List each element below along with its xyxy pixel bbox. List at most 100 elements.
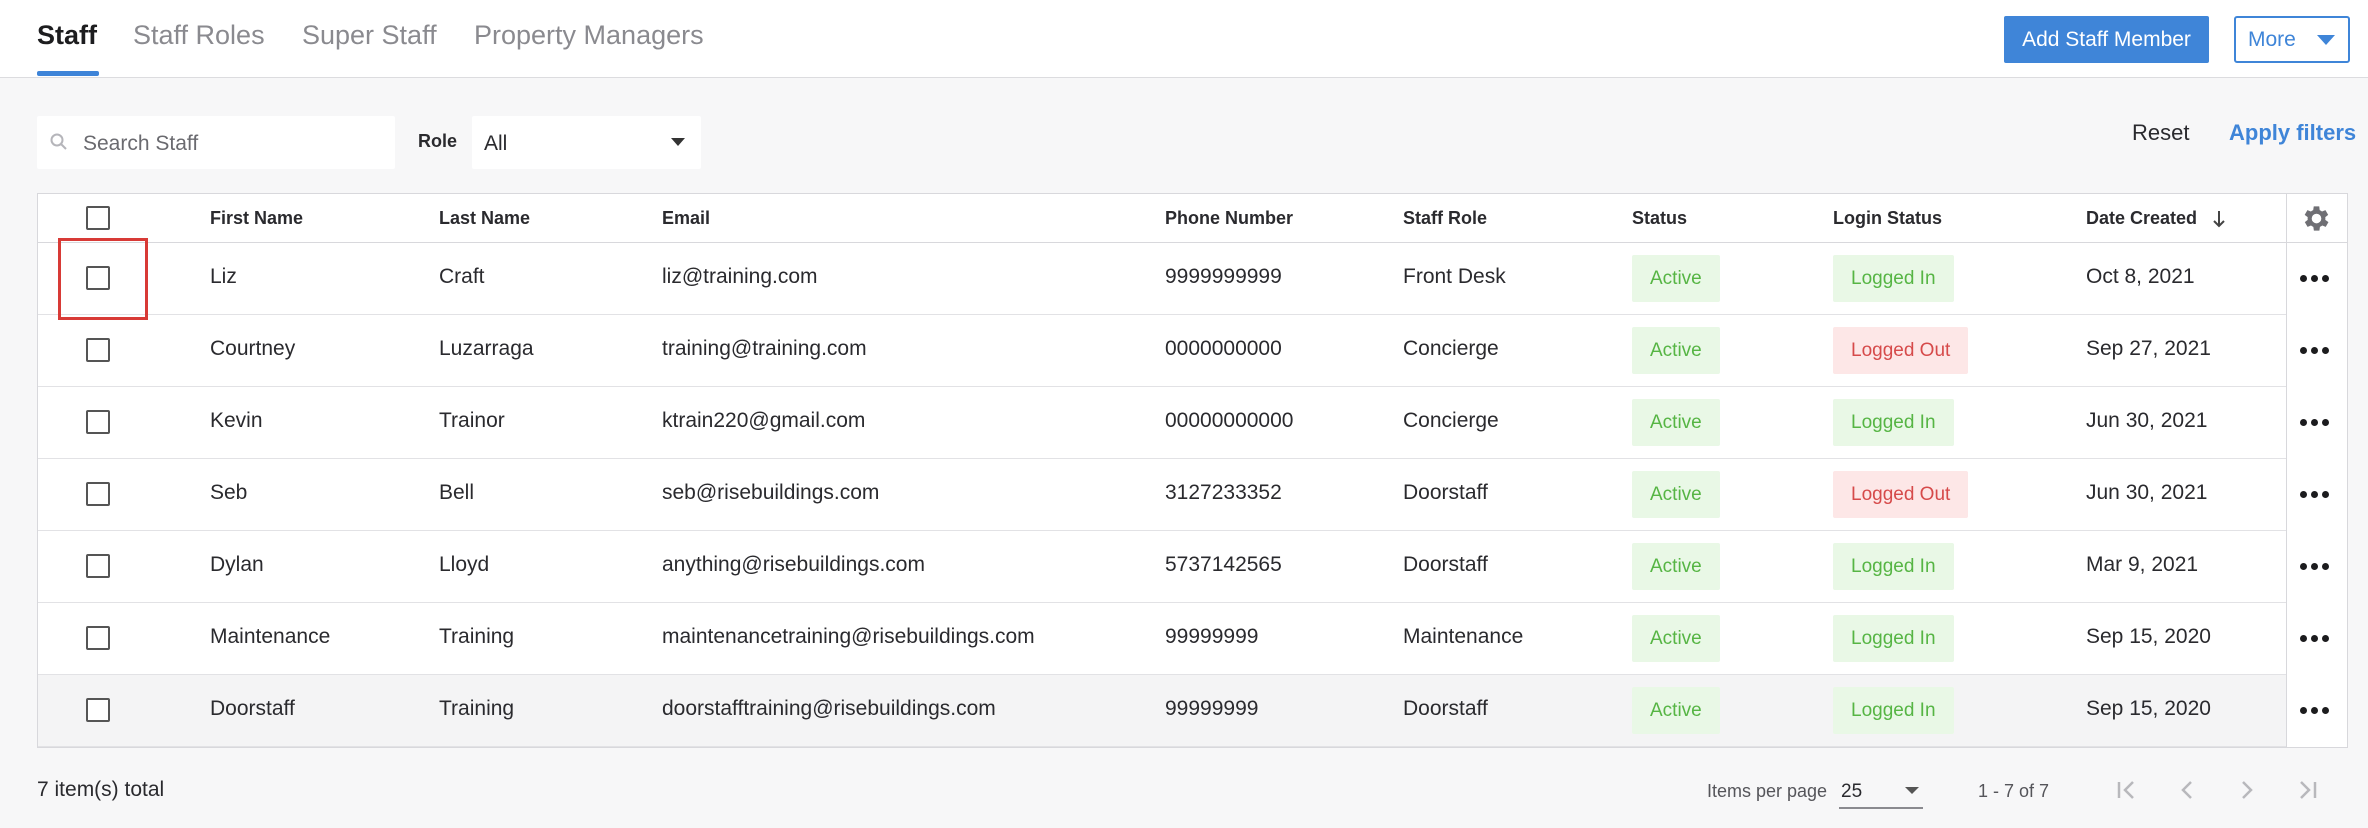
- status-badge: Active: [1632, 543, 1720, 590]
- select-all-checkbox[interactable]: [86, 206, 110, 230]
- cell-date-created: Mar 9, 2021: [2086, 553, 2199, 576]
- login-status-badge: Logged In: [1833, 399, 1954, 446]
- cell-phone-number: 9999999999: [1165, 265, 1282, 288]
- login-status-badge: Logged In: [1833, 255, 1954, 302]
- table-header: First Name Last Name Email Phone Number …: [38, 194, 2347, 243]
- cell-email: anything@risebuildings.com: [662, 553, 925, 576]
- column-email[interactable]: Email: [662, 208, 710, 229]
- row-checkbox[interactable]: [86, 698, 110, 722]
- first-page-icon[interactable]: [2112, 775, 2142, 805]
- cell-first-name: Dylan: [210, 553, 264, 576]
- items-per-page-value: 25: [1841, 781, 1863, 802]
- table-row[interactable]: Kevin Trainor ktrain220@gmail.com 000000000…: [38, 387, 2329, 459]
- column-status[interactable]: Status: [1632, 208, 1687, 229]
- table-row[interactable]: Liz Craft liz@training.com 9999999999 Front …: [38, 243, 2329, 315]
- items-per-page-select[interactable]: 25: [1839, 773, 1923, 809]
- login-status-badge: Logged In: [1833, 687, 1954, 734]
- role-select[interactable]: All: [472, 116, 701, 169]
- table-row[interactable]: Maintenance Training maintenancetraining@r…: [38, 603, 2329, 675]
- next-page-icon[interactable]: [2232, 775, 2262, 805]
- cell-date-created: Sep 15, 2020: [2086, 625, 2211, 648]
- login-status-badge: Logged Out: [1833, 471, 1969, 518]
- cell-last-name: Craft: [439, 265, 485, 288]
- column-last-name[interactable]: Last Name: [439, 208, 530, 229]
- table-row[interactable]: Dylan Lloyd anything@risebuildings.com 5737…: [38, 531, 2329, 603]
- row-checkbox[interactable]: [86, 482, 110, 506]
- cell-phone-number: 00000000000: [1165, 409, 1294, 432]
- cell-staff-role: Concierge: [1403, 337, 1499, 360]
- selection-highlight-box: [58, 238, 148, 320]
- status-badge: Active: [1632, 399, 1720, 446]
- cell-staff-role: Doorstaff: [1403, 553, 1488, 576]
- last-page-icon[interactable]: [2292, 775, 2322, 805]
- sort-descending-icon[interactable]: [2212, 209, 2226, 229]
- row-checkbox[interactable]: [86, 338, 110, 362]
- caret-down-icon: [1905, 787, 1919, 794]
- cell-phone-number: 99999999: [1165, 697, 1259, 720]
- more-button-label: More: [2248, 27, 2296, 51]
- cell-last-name: Bell: [439, 481, 475, 504]
- cell-last-name: Training: [439, 625, 515, 648]
- cell-date-created: Jun 30, 2021: [2086, 409, 2208, 432]
- login-status-badge: Logged Out: [1833, 327, 1969, 374]
- row-checkbox[interactable]: [86, 626, 110, 650]
- table-row[interactable]: Seb Bell seb@risebuildings.com 3127233352 Do…: [38, 459, 2329, 531]
- cell-email: ktrain220@gmail.com: [662, 409, 866, 432]
- status-badge: Active: [1632, 471, 1720, 518]
- cell-phone-number: 0000000000: [1165, 337, 1282, 360]
- cell-staff-role: Doorstaff: [1403, 481, 1488, 504]
- column-staff-role[interactable]: Staff Role: [1403, 208, 1487, 229]
- tab-staff-roles[interactable]: Staff Roles: [133, 20, 265, 51]
- login-status-badge: Logged In: [1833, 615, 1954, 662]
- more-button[interactable]: More: [2234, 16, 2350, 63]
- caret-down-icon: [2317, 35, 2335, 45]
- tab-super-staff[interactable]: Super Staff: [302, 20, 437, 51]
- cell-date-created: Jun 30, 2021: [2086, 481, 2208, 504]
- add-staff-member-button[interactable]: Add Staff Member: [2004, 16, 2209, 63]
- staff-table: First Name Last Name Email Phone Number …: [37, 193, 2348, 748]
- reset-button[interactable]: Reset: [2132, 120, 2189, 146]
- active-tab-indicator: [37, 71, 99, 76]
- cell-email: liz@training.com: [662, 265, 818, 288]
- cell-first-name: Doorstaff: [210, 697, 295, 720]
- column-date-created-label: Date Created: [2086, 208, 2198, 228]
- items-per-page-label: Items per page: [1707, 781, 1828, 801]
- cell-date-created: Sep 27, 2021: [2086, 337, 2211, 360]
- cell-email: seb@risebuildings.com: [662, 481, 880, 504]
- role-filter-label: Role: [418, 131, 458, 151]
- cell-last-name: Luzarraga: [439, 337, 534, 360]
- previous-page-icon[interactable]: [2172, 775, 2202, 805]
- cell-date-created: Oct 8, 2021: [2086, 265, 2195, 288]
- cell-email: maintenancetraining@risebuildings.com: [662, 625, 1035, 648]
- status-badge: Active: [1632, 615, 1720, 662]
- cell-staff-role: Concierge: [1403, 409, 1499, 432]
- column-first-name[interactable]: First Name: [210, 208, 303, 229]
- cell-date-created: Sep 15, 2020: [2086, 697, 2211, 720]
- caret-down-icon: [671, 138, 685, 146]
- search-input[interactable]: Search Staff: [37, 116, 395, 169]
- search-placeholder: Search Staff: [83, 132, 199, 155]
- table-row[interactable]: Doorstaff Training doorstafftraining@riseb…: [38, 675, 2329, 747]
- tab-property-managers[interactable]: Property Managers: [474, 20, 704, 51]
- tab-staff[interactable]: Staff: [37, 20, 97, 51]
- cell-first-name: Maintenance: [210, 625, 331, 648]
- status-badge: Active: [1632, 255, 1720, 302]
- row-checkbox[interactable]: [86, 554, 110, 578]
- cell-first-name: Liz: [210, 265, 237, 288]
- cell-phone-number: 5737142565: [1165, 553, 1282, 576]
- row-checkbox[interactable]: [86, 410, 110, 434]
- apply-filters-button[interactable]: Apply filters: [2229, 120, 2356, 146]
- column-login-status[interactable]: Login Status: [1833, 208, 1942, 229]
- cell-last-name: Trainor: [439, 409, 505, 432]
- cell-last-name: Lloyd: [439, 553, 490, 576]
- login-status-badge: Logged In: [1833, 543, 1954, 590]
- gear-icon[interactable]: [2300, 202, 2333, 235]
- column-phone-number[interactable]: Phone Number: [1165, 208, 1293, 229]
- column-date-created[interactable]: Date Created: [2086, 208, 2226, 229]
- search-icon: [50, 133, 67, 150]
- status-badge: Active: [1632, 687, 1720, 734]
- cell-first-name: Courtney: [210, 337, 296, 360]
- total-count: 7 item(s) total: [37, 778, 165, 801]
- cell-first-name: Seb: [210, 481, 248, 504]
- table-row[interactable]: Courtney Luzarraga training@training.com 00…: [38, 315, 2329, 387]
